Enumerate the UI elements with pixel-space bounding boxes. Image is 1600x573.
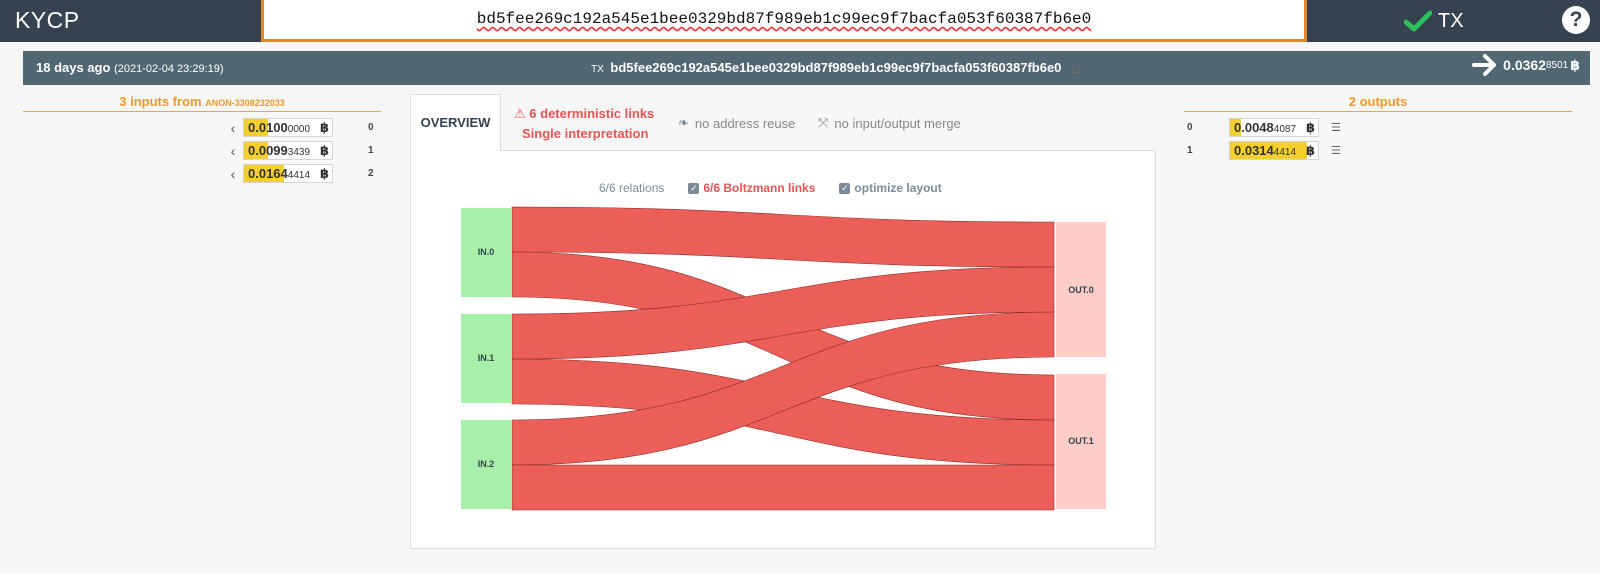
node-in1-label: IN.1 [478, 353, 495, 363]
link-diagram: IN.0 IN.1 IN.2 OUT.0 OUT.1 [461, 206, 1106, 511]
node-out0-label: OUT.0 [1068, 285, 1094, 295]
node-in2-label: IN.2 [478, 459, 495, 469]
node-out1-label: OUT.1 [1068, 436, 1094, 446]
link-in2-out1[interactable] [511, 464, 1055, 511]
node-in0-label: IN.0 [478, 247, 495, 257]
